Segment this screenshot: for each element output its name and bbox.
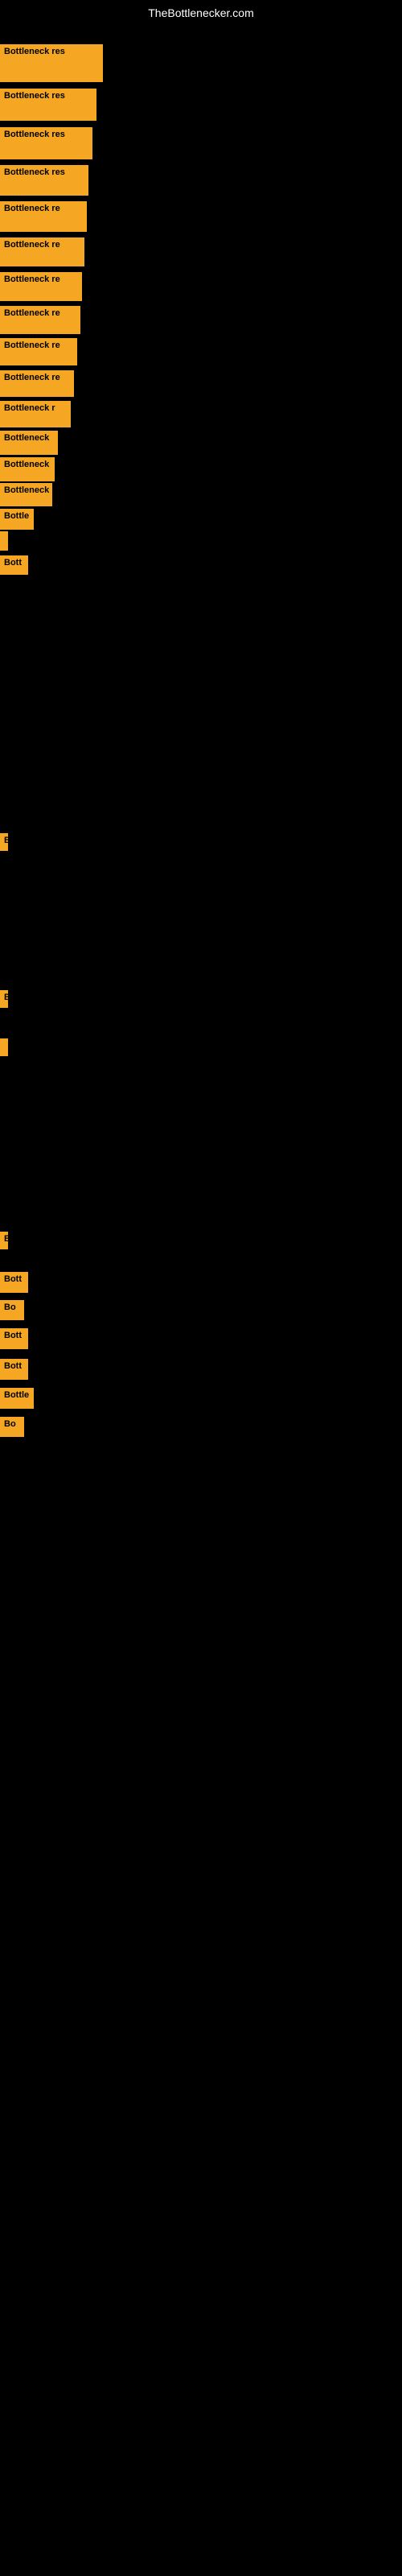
bottleneck-item: B bbox=[0, 990, 8, 1008]
bottleneck-item: Bottleneck re bbox=[0, 201, 87, 232]
bottleneck-item: Bott bbox=[0, 1359, 28, 1380]
bottleneck-item: Bottleneck bbox=[0, 457, 55, 481]
bottleneck-item: Bo bbox=[0, 1300, 24, 1320]
bottleneck-item: Bottleneck bbox=[0, 483, 52, 506]
bottleneck-item bbox=[0, 531, 8, 551]
bottleneck-item: Bottleneck re bbox=[0, 338, 77, 365]
bottleneck-item: Bott bbox=[0, 1272, 28, 1293]
bottleneck-item: Bottleneck re bbox=[0, 370, 74, 397]
bottleneck-item: Bottleneck re bbox=[0, 237, 84, 266]
bottleneck-item: Bottleneck re bbox=[0, 306, 80, 334]
bottleneck-item: Bottleneck res bbox=[0, 165, 88, 196]
bottleneck-item: Bottleneck bbox=[0, 431, 58, 455]
bottleneck-item: Bottleneck res bbox=[0, 127, 92, 159]
bottleneck-item: Bott bbox=[0, 555, 28, 575]
site-title: TheBottlenecker.com bbox=[0, 0, 402, 26]
bottleneck-item: Bottleneck res bbox=[0, 89, 96, 121]
bottleneck-item: B bbox=[0, 833, 8, 851]
bottleneck-item: Bottle bbox=[0, 1388, 34, 1409]
bottleneck-item: Bo bbox=[0, 1417, 24, 1437]
bottleneck-item: Bottleneck re bbox=[0, 272, 82, 301]
bottleneck-item bbox=[0, 1038, 8, 1056]
bottleneck-item: B bbox=[0, 1232, 8, 1249]
bottleneck-item: Bottleneck res bbox=[0, 44, 103, 82]
bottleneck-item: Bottleneck r bbox=[0, 401, 71, 427]
bottleneck-item: Bottle bbox=[0, 509, 34, 530]
bottleneck-item: Bott bbox=[0, 1328, 28, 1349]
